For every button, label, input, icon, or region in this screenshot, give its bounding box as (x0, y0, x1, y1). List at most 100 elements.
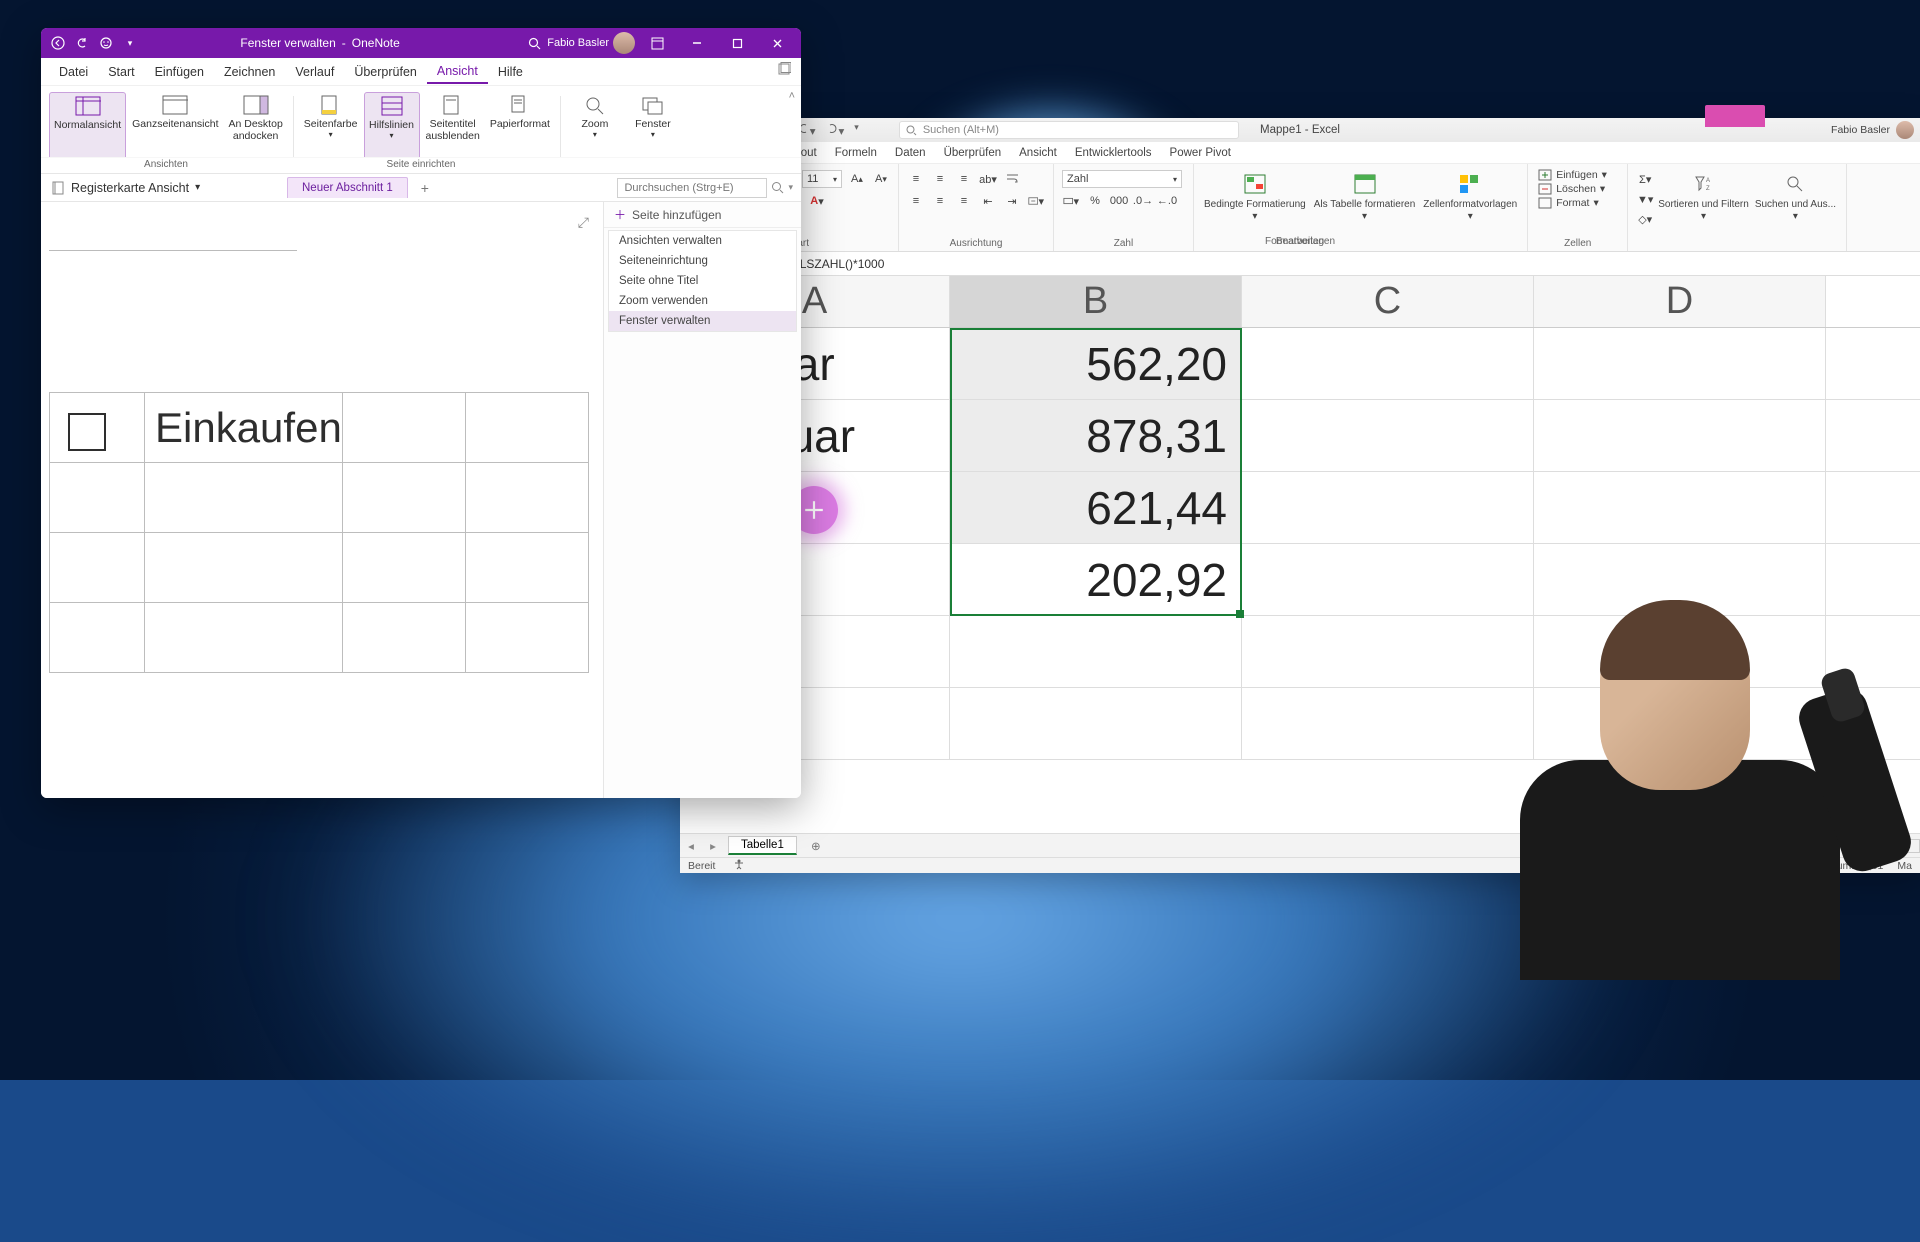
menu-ueberpruefen[interactable]: Überprüfen (344, 61, 427, 83)
table-row[interactable]: Februar878,31 (680, 400, 1920, 472)
merge-icon[interactable]: ▾ (1027, 192, 1045, 210)
thousands-icon[interactable]: 000 (1110, 192, 1128, 210)
font-size-select[interactable]: 11▾ (802, 170, 842, 188)
autosum-icon[interactable]: Σ▾ (1636, 170, 1654, 188)
align-mid-icon[interactable]: ≡ (931, 170, 949, 188)
collapse-ribbon-icon[interactable]: ˄ (789, 90, 795, 102)
todo-text[interactable]: Einkaufen (145, 404, 342, 451)
excel-user[interactable]: Fabio Basler (1831, 124, 1890, 136)
orientation-icon[interactable]: ab▾ (979, 170, 997, 188)
onenote-titlebar[interactable]: ▾ Fenster verwalten - OneNote Fabio Basl… (41, 28, 801, 58)
tab-prev-icon[interactable]: ◂ (680, 839, 702, 853)
user-name[interactable]: Fabio Basler (547, 37, 609, 49)
suggestion-item[interactable]: Seiteneinrichtung (609, 251, 796, 271)
qat-more-icon[interactable]: ▾ (854, 122, 859, 138)
add-sheet-icon[interactable]: ⊕ (805, 839, 827, 853)
suggestion-item[interactable]: Ansichten verwalten (609, 231, 796, 251)
suggestion-item[interactable]: Seite ohne Titel (609, 271, 796, 291)
menu-start[interactable]: Start (98, 61, 144, 83)
suggestion-item[interactable]: Zoom verwenden (609, 291, 796, 311)
cell[interactable]: 562,20 (950, 328, 1242, 399)
fill-icon[interactable]: ▼▾ (1636, 190, 1654, 208)
onenote-search[interactable]: ▾ (609, 178, 801, 198)
avatar[interactable] (613, 32, 635, 54)
menu-einfuegen[interactable]: Einfügen (145, 61, 214, 83)
share-icon[interactable] (777, 62, 791, 81)
formula-input[interactable]: =ZUFALLSZAHL()*1000 (749, 257, 1920, 271)
cell[interactable] (950, 616, 1242, 687)
touch-mode-icon[interactable] (95, 32, 117, 54)
ribbon-mode-icon[interactable] (639, 28, 675, 58)
indent-dec-icon[interactable]: ⇤ (979, 192, 997, 210)
cell[interactable] (1534, 328, 1826, 399)
cell[interactable] (1242, 328, 1534, 399)
page-table[interactable]: Einkaufen (49, 392, 589, 673)
inc-decimal-icon[interactable]: .0→ (1134, 192, 1152, 210)
notebook-dropdown[interactable]: Registerkarte Ansicht ▾ (41, 181, 281, 195)
cell[interactable]: 878,31 (950, 400, 1242, 471)
number-format-select[interactable]: Zahl▾ (1062, 170, 1182, 188)
search-icon[interactable] (523, 32, 545, 54)
cell[interactable] (1242, 400, 1534, 471)
cond-format-button[interactable]: Bedingte Formatierung▾ (1202, 168, 1308, 226)
font-color-icon[interactable]: A▾ (808, 192, 826, 210)
search-icon[interactable] (771, 181, 784, 194)
align-left-icon[interactable]: ≡ (907, 192, 925, 210)
delete-cells-button[interactable]: Löschen▾ (1536, 182, 1619, 196)
excel-search[interactable]: Suchen (Alt+M) (899, 121, 1239, 139)
menu-ansicht[interactable]: Ansicht (427, 60, 488, 84)
nav-back-icon[interactable] (47, 32, 69, 54)
redo-icon[interactable]: ▾ (826, 122, 845, 138)
format-cells-button[interactable]: Format▾ (1536, 196, 1619, 210)
dec-decimal-icon[interactable]: ←.0 (1158, 192, 1176, 210)
expand-icon[interactable]: ⤢ (578, 214, 589, 231)
align-bot-icon[interactable]: ≡ (955, 170, 973, 188)
menu-verlauf[interactable]: Verlauf (285, 61, 344, 83)
table-row[interactable]: Januar562,20 (680, 328, 1920, 400)
clear-icon[interactable]: ◇▾ (1636, 210, 1654, 228)
add-page-button[interactable]: ＋ Seite hinzufügen (604, 202, 801, 228)
close-icon[interactable] (759, 28, 795, 58)
find-select-button[interactable]: Suchen und Aus...▾ (1753, 168, 1838, 226)
tab-entwicklertools[interactable]: Entwicklertools (1075, 147, 1152, 159)
suggestion-item[interactable]: Fenster verwalten (609, 311, 796, 331)
minimize-icon[interactable] (679, 28, 715, 58)
menu-hilfe[interactable]: Hilfe (488, 61, 533, 83)
percent-icon[interactable]: % (1086, 192, 1104, 210)
accessibility-icon[interactable] (733, 858, 745, 873)
cell[interactable] (1534, 472, 1826, 543)
cell[interactable] (950, 688, 1242, 759)
align-right-icon[interactable]: ≡ (955, 192, 973, 210)
menu-zeichnen[interactable]: Zeichnen (214, 61, 285, 83)
cell[interactable]: 202,92 (950, 544, 1242, 615)
table-row[interactable]: März621,44 (680, 472, 1920, 544)
todo-checkbox[interactable] (68, 413, 106, 451)
undo-icon[interactable] (71, 32, 93, 54)
search-input[interactable] (617, 178, 767, 198)
add-section-icon[interactable]: + (414, 177, 436, 199)
tab-powerpivot[interactable]: Power Pivot (1170, 147, 1231, 159)
tab-formeln[interactable]: Formeln (835, 147, 877, 159)
tab-next-icon[interactable]: ▸ (702, 839, 724, 853)
grow-font-icon[interactable]: A▴ (848, 170, 866, 188)
sheet-tab[interactable]: Tabelle1 (728, 836, 797, 855)
tab-ansicht[interactable]: Ansicht (1019, 147, 1057, 159)
insert-cells-button[interactable]: Einfügen▾ (1536, 168, 1619, 182)
menu-datei[interactable]: Datei (49, 61, 98, 83)
search-dd-icon[interactable]: ▾ (788, 182, 793, 193)
qat-dropdown-icon[interactable]: ▾ (119, 32, 141, 54)
currency-icon[interactable]: ▾ (1062, 192, 1080, 210)
cell-styles-button[interactable]: Zellenformatvorlagen▾ (1421, 168, 1519, 226)
shrink-font-icon[interactable]: A▾ (872, 170, 890, 188)
cell[interactable] (1242, 472, 1534, 543)
wrap-text-icon[interactable] (1003, 170, 1021, 188)
avatar[interactable] (1896, 121, 1914, 139)
sort-filter-button[interactable]: AZSortieren und Filtern▾ (1656, 168, 1751, 226)
col-c-header[interactable]: C (1242, 276, 1534, 327)
col-d-header[interactable]: D (1534, 276, 1826, 327)
cell[interactable]: 621,44 (950, 472, 1242, 543)
table-format-button[interactable]: Als Tabelle formatieren▾ (1312, 168, 1418, 226)
indent-inc-icon[interactable]: ⇥ (1003, 192, 1021, 210)
tab-ueberpruefen[interactable]: Überprüfen (944, 147, 1002, 159)
maximize-icon[interactable] (719, 28, 755, 58)
